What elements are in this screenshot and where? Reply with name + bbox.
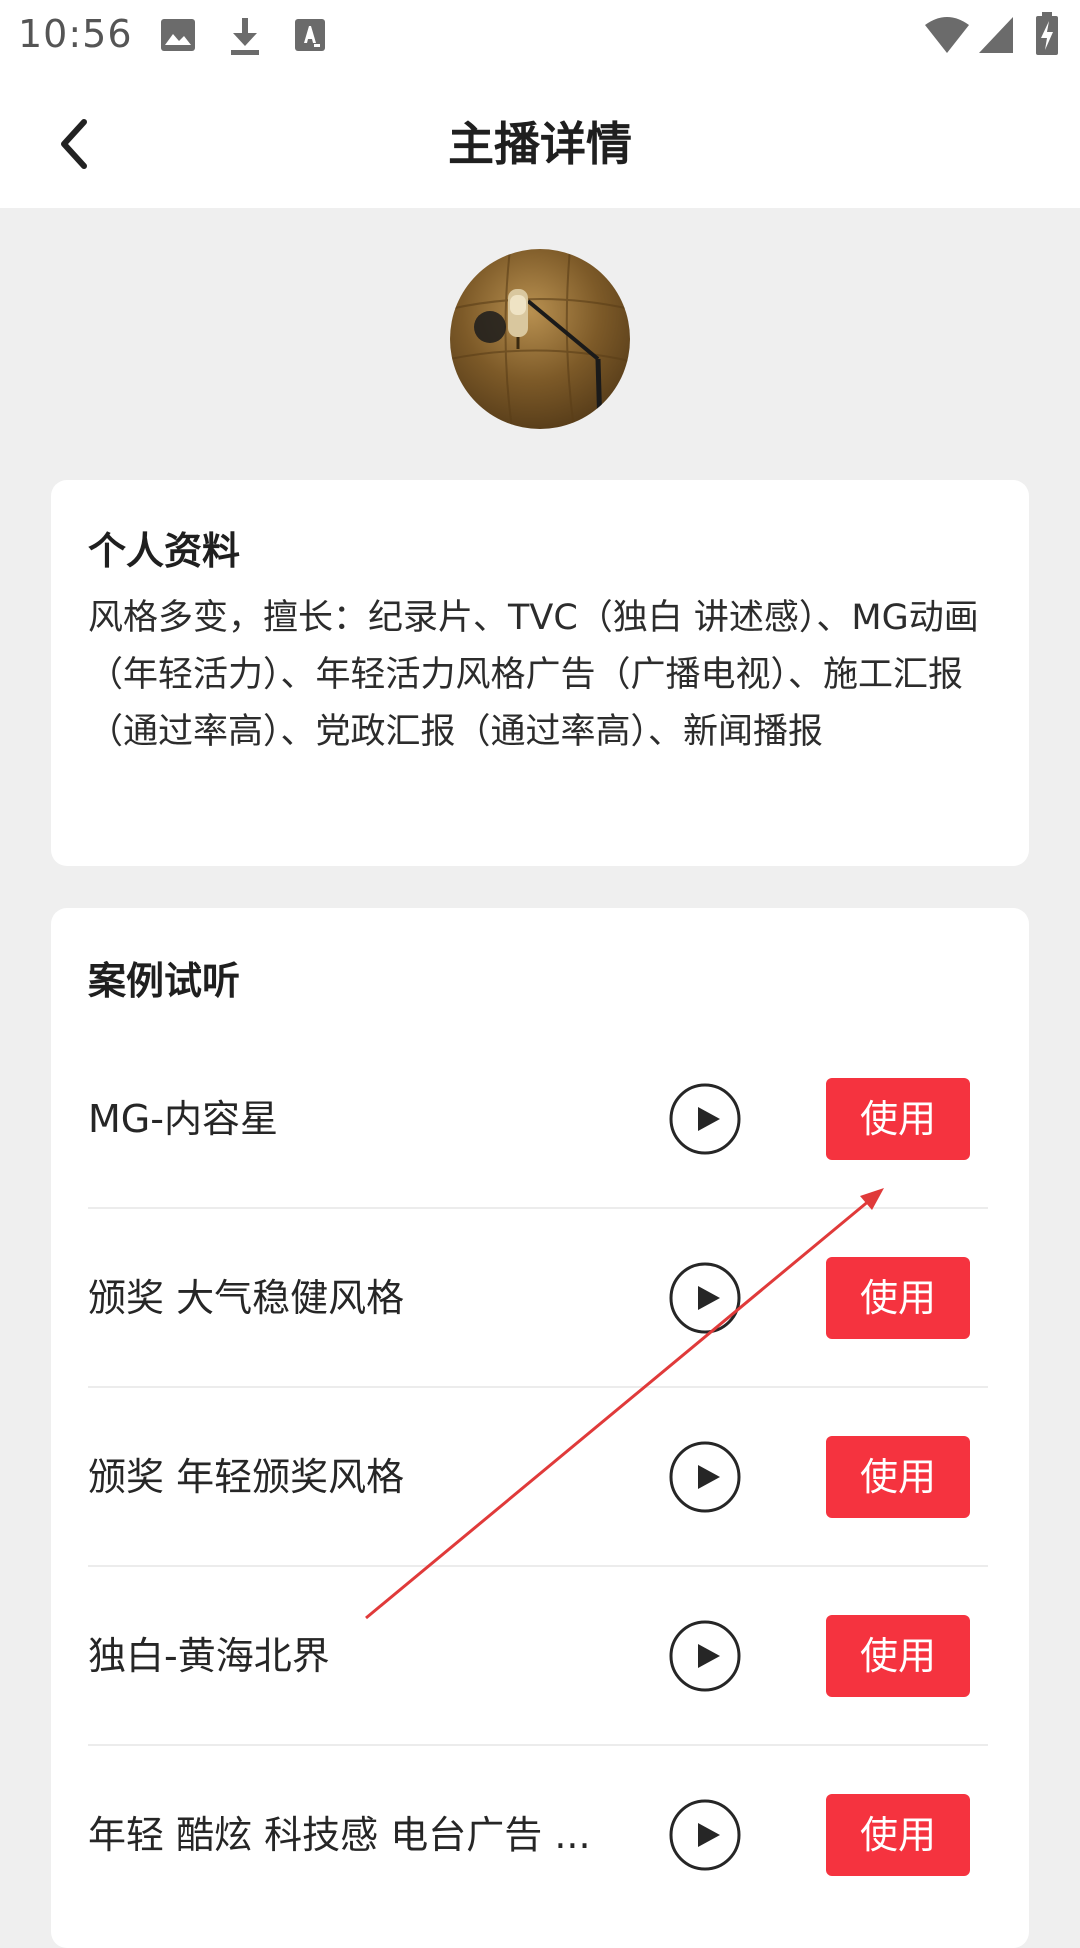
anchor-avatar <box>450 249 630 429</box>
cases-title: 案例试听 <box>88 959 241 1003</box>
image-icon <box>160 18 196 52</box>
download-icon <box>228 16 262 56</box>
case-name: 独白-黄海北界 <box>88 1634 330 1678</box>
status-time: 10:56 <box>18 12 133 56</box>
profile-description: 风格多变，擅长：纪录片、TVC（独白 讲述感）、MG动画（年轻活力）、年轻活力风… <box>88 598 979 752</box>
case-name: 颁奖 大气稳健风格 <box>88 1276 405 1320</box>
profile-title: 个人资料 <box>88 529 241 573</box>
battery-charging-icon <box>1035 12 1059 56</box>
play-circle-icon <box>668 1261 742 1335</box>
use-button[interactable]: 使用 <box>826 1078 970 1160</box>
text-a-icon <box>294 18 326 52</box>
play-button[interactable] <box>668 1261 742 1335</box>
cases-card: 案例试听 MG-内容星 使用 颁奖 大气稳健风格 使用 颁奖 年轻颁奖风格 使用… <box>51 908 1029 1948</box>
app-bar: 主播详情 <box>0 74 1080 208</box>
cell-signal-icon <box>978 16 1014 54</box>
case-name: 颁奖 年轻颁奖风格 <box>88 1455 405 1499</box>
play-circle-icon <box>668 1440 742 1514</box>
use-button[interactable]: 使用 <box>826 1436 970 1518</box>
case-name: 年轻 酷炫 科技感 电台广告 ... <box>88 1813 591 1857</box>
case-row: 颁奖 大气稳健风格 使用 <box>88 1209 988 1388</box>
play-circle-icon <box>668 1082 742 1156</box>
play-button[interactable] <box>668 1619 742 1693</box>
wifi-icon <box>924 16 970 54</box>
case-row: MG-内容星 使用 <box>88 1030 988 1209</box>
play-circle-icon <box>668 1798 742 1872</box>
play-button[interactable] <box>668 1798 742 1872</box>
case-row: 颁奖 年轻颁奖风格 使用 <box>88 1388 988 1567</box>
profile-card: 个人资料 风格多变，擅长：纪录片、TVC（独白 讲述感）、MG动画（年轻活力）、… <box>51 480 1029 866</box>
case-name: MG-内容星 <box>88 1097 278 1141</box>
status-bar: 10:56 <box>0 0 1080 74</box>
play-circle-icon <box>668 1619 742 1693</box>
use-button[interactable]: 使用 <box>826 1794 970 1876</box>
case-row: 独白-黄海北界 使用 <box>88 1567 988 1746</box>
page-title: 主播详情 <box>448 117 632 171</box>
case-row: 年轻 酷炫 科技感 电台广告 ... 使用 <box>88 1746 988 1925</box>
play-button[interactable] <box>668 1082 742 1156</box>
play-button[interactable] <box>668 1440 742 1514</box>
use-button[interactable]: 使用 <box>826 1257 970 1339</box>
use-button[interactable]: 使用 <box>826 1615 970 1697</box>
